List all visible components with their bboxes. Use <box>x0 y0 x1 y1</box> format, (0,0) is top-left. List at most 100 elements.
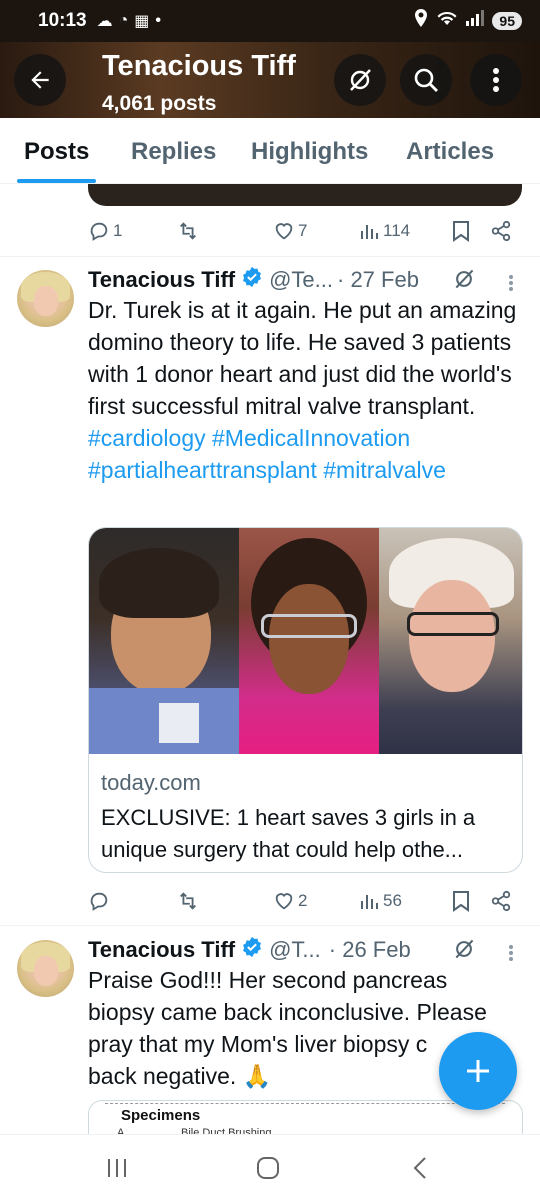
wifi-icon <box>436 9 458 33</box>
avatar[interactable] <box>17 940 74 997</box>
views-icon <box>361 895 378 909</box>
reply-button[interactable] <box>88 890 113 912</box>
tab-articles[interactable]: Articles <box>406 138 494 166</box>
like-button[interactable]: 7 <box>273 220 307 242</box>
views-button[interactable]: 56 <box>360 891 402 911</box>
previous-post-actions: 1 7 114 <box>88 216 518 246</box>
repost-button[interactable] <box>176 220 203 242</box>
doc-title: Specimens <box>121 1107 201 1124</box>
home-button[interactable] <box>248 1153 288 1183</box>
system-navigation-bar <box>0 1134 540 1200</box>
reply-button[interactable]: 1 <box>88 220 122 242</box>
post-divider <box>0 925 540 926</box>
previous-post-media[interactable] <box>88 184 522 206</box>
post-body-line: biopsy came back inconclusive. Please <box>88 999 487 1025</box>
cloud-icon: ☁ <box>96 13 113 30</box>
battery-indicator: 95 <box>492 12 522 30</box>
bookmark-icon <box>453 891 469 912</box>
tab-highlights[interactable]: Highlights <box>251 138 368 166</box>
post-more-icon[interactable] <box>508 944 514 962</box>
tab-replies[interactable]: Replies <box>131 138 216 166</box>
post-body-line: back negative. 🙏 <box>88 1063 272 1089</box>
home-icon <box>257 1157 279 1179</box>
author-name[interactable]: Tenacious Tiff <box>88 937 235 963</box>
repost-icon <box>180 222 196 240</box>
photo-girl-3 <box>379 528 522 754</box>
bookmark-button[interactable] <box>452 890 470 912</box>
link-domain: today.com <box>101 770 201 795</box>
share-button[interactable] <box>490 890 512 912</box>
active-tab-indicator <box>17 179 96 183</box>
more-vertical-icon <box>493 68 499 92</box>
link-preview-image <box>89 528 522 754</box>
profile-header: Tenacious Tiff 4,061 posts <box>0 42 540 118</box>
dot-icon: • <box>155 12 162 29</box>
grok-icon[interactable] <box>452 267 476 296</box>
verified-badge-icon <box>241 266 263 294</box>
header-post-count: 4,061 posts <box>102 92 217 115</box>
post-body-line: pray that my Mom's liver biopsy c <box>88 1031 428 1057</box>
bookmark-icon <box>453 221 469 242</box>
photo-girl-2 <box>239 528 379 754</box>
system-back-button[interactable] <box>400 1153 440 1183</box>
author-name[interactable]: Tenacious Tiff <box>88 267 235 293</box>
post-date[interactable]: · 27 Feb <box>337 267 419 293</box>
view-count: 114 <box>383 221 411 240</box>
bookmark-button[interactable] <box>452 220 470 242</box>
post-date[interactable]: · 26 Feb <box>329 937 411 963</box>
post-header: Tenacious Tiff @Te... · 27 Feb <box>88 266 419 294</box>
post-text: Dr. Turek is at it again. He put an amaz… <box>88 294 528 486</box>
post-divider <box>0 256 540 257</box>
author-handle[interactable]: @Te... <box>269 267 333 293</box>
like-count: 7 <box>298 221 308 240</box>
reply-count: 1 <box>113 221 123 240</box>
search-button[interactable] <box>400 54 452 106</box>
share-icon <box>491 220 511 242</box>
search-icon <box>414 68 438 92</box>
post-actions: 2 56 <box>88 886 518 916</box>
status-bar: 10:13 ☁ ◔ ▦ • 95 <box>0 0 540 42</box>
location-icon <box>414 9 428 33</box>
grok-icon <box>350 69 371 91</box>
grok-button[interactable] <box>334 54 386 106</box>
arrow-left-icon <box>31 71 49 89</box>
avatar[interactable] <box>17 270 74 327</box>
reply-icon <box>90 892 108 911</box>
like-button[interactable]: 2 <box>273 890 307 912</box>
recent-apps-icon <box>108 1159 126 1177</box>
views-button[interactable]: 114 <box>360 221 410 241</box>
post-more-icon[interactable] <box>508 274 514 292</box>
post-header: Tenacious Tiff @T... · 26 Feb <box>88 936 411 964</box>
share-icon <box>491 890 511 912</box>
author-handle[interactable]: @T... <box>269 937 321 963</box>
post-body-line: Praise God!!! Her second pancreas <box>88 967 448 993</box>
back-button[interactable] <box>14 54 66 106</box>
share-button[interactable] <box>490 220 512 242</box>
repost-icon <box>180 892 196 910</box>
plus-icon <box>467 1060 489 1082</box>
link-title: EXCLUSIVE: 1 heart saves 3 girls in a un… <box>101 805 476 862</box>
link-preview-card[interactable]: today.com EXCLUSIVE: 1 heart saves 3 gir… <box>88 527 523 873</box>
hashtag-link[interactable]: #cardiology #MedicalInnovation <box>88 425 410 451</box>
photo-girl-1 <box>89 528 239 754</box>
tab-posts[interactable]: Posts <box>24 138 89 166</box>
heart-icon <box>275 223 293 240</box>
messenger-icon: ◔ <box>118 12 129 29</box>
header-title: Tenacious Tiff <box>102 50 296 82</box>
hashtag-link[interactable]: #partialhearttransplant #mitralvalve <box>88 457 446 483</box>
grok-icon[interactable] <box>452 937 476 966</box>
like-count: 2 <box>298 891 308 910</box>
chevron-left-icon <box>413 1157 426 1179</box>
verified-badge-icon <box>241 936 263 964</box>
profile-tabs: Posts Replies Highlights Articles <box>0 118 540 184</box>
heart-icon <box>275 893 293 910</box>
recent-apps-button[interactable] <box>97 1153 137 1183</box>
more-options-button[interactable] <box>470 54 522 106</box>
compose-post-button[interactable] <box>439 1032 517 1110</box>
post-body: Dr. Turek is at it again. He put an amaz… <box>88 297 517 419</box>
repost-button[interactable] <box>176 890 203 912</box>
calendar-icon: ▦ <box>134 13 150 30</box>
status-notification-icons: ☁ ◔ ▦ • <box>97 11 161 31</box>
reply-icon <box>90 222 108 241</box>
status-time: 10:13 <box>38 10 87 31</box>
